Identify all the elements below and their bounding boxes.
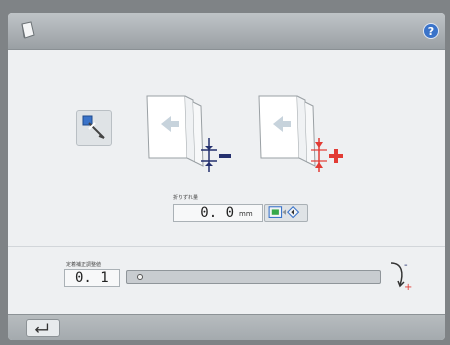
mode-button[interactable] — [76, 110, 112, 146]
fold-illustration-minus — [146, 95, 231, 172]
return-arrow-icon — [34, 323, 49, 333]
settings-panel: ? 折りずれ量 0. 0 mm 定着補正調整値 0. 1 - + — [8, 13, 445, 340]
curl-plus-label: + — [404, 282, 412, 291]
curl-icon: - + — [390, 260, 412, 291]
pencil-pointer-icon — [82, 115, 105, 139]
correction-value-field[interactable]: 0. 1 — [64, 269, 120, 287]
correction-label: 定着補正調整値 — [66, 262, 102, 268]
back-button[interactable] — [26, 319, 60, 337]
misalignment-unit: mm — [239, 210, 253, 218]
adjust-button[interactable] — [264, 204, 308, 222]
slider-knob[interactable] — [136, 274, 143, 280]
fold-illustration-plus — [258, 95, 343, 172]
content-area: 折りずれ量 0. 0 mm 定着補正調整値 0. 1 - + — [8, 50, 445, 314]
correction-slider[interactable] — [126, 270, 381, 284]
help-button[interactable]: ? — [423, 23, 439, 39]
curl-minus-label: - — [404, 260, 408, 271]
bottom-bar — [8, 314, 445, 340]
misalignment-label: 折りずれ量 — [173, 195, 199, 201]
document-icon — [21, 21, 35, 39]
title-bar: ? — [8, 13, 445, 50]
book-arrow-icon — [268, 206, 300, 219]
help-icon: ? — [427, 25, 435, 38]
section-divider — [8, 246, 445, 247]
